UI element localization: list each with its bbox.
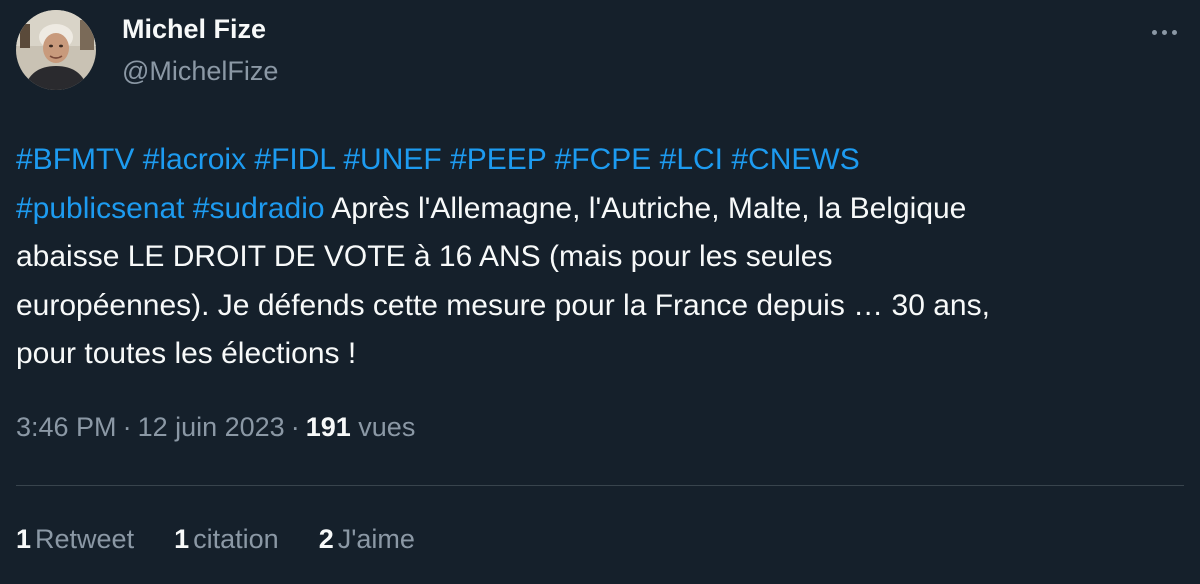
views-count: 191 bbox=[305, 412, 351, 442]
hashtag-link[interactable]: #lacroix bbox=[143, 143, 246, 176]
hashtag-link[interactable]: #UNEF bbox=[343, 143, 441, 176]
more-options-button[interactable] bbox=[1144, 14, 1184, 50]
meta-separator: · bbox=[122, 412, 132, 442]
author-name[interactable]: Michel Fize bbox=[122, 14, 266, 45]
tweet-text-segment bbox=[546, 143, 554, 176]
hashtag-link[interactable]: #CNEWS bbox=[731, 143, 859, 176]
retweets-label: Retweet bbox=[35, 524, 135, 554]
engagement-stats: 1 Retweet 1 citation 2 J'aime bbox=[16, 524, 415, 555]
quotes-count: 1 bbox=[174, 524, 190, 554]
more-horizontal-icon-dot bbox=[1161, 29, 1167, 35]
hashtag-link[interactable]: #publicsenat bbox=[16, 192, 184, 225]
tweet-date[interactable]: 12 juin 2023 bbox=[138, 412, 285, 442]
divider bbox=[16, 485, 1184, 486]
likes-label: J'aime bbox=[337, 524, 415, 554]
hashtag-link[interactable]: #LCI bbox=[660, 143, 723, 176]
tweet-text: #BFMTV #lacroix #FIDL #UNEF #PEEP #FCPE … bbox=[16, 136, 1184, 379]
tweet-card: Michel Fize @MichelFize #BFMTV #lacroix … bbox=[0, 0, 1200, 584]
tweet-text-segment bbox=[184, 192, 192, 225]
hashtag-link[interactable]: #BFMTV bbox=[16, 143, 134, 176]
author-handle[interactable]: @MichelFize bbox=[122, 56, 278, 87]
meta-separator: · bbox=[290, 412, 300, 442]
hashtag-link[interactable]: #FIDL bbox=[254, 143, 335, 176]
hashtag-link[interactable]: #sudradio bbox=[193, 192, 325, 225]
more-horizontal-icon-dot bbox=[1171, 29, 1177, 35]
tweet-text-segment bbox=[134, 143, 142, 176]
retweets-count: 1 bbox=[16, 524, 32, 554]
likes-count: 2 bbox=[318, 524, 334, 554]
tweet-metadata: 3:46 PM · 12 juin 2023 · 191 vues bbox=[16, 412, 415, 443]
tweet-text-segment bbox=[442, 143, 450, 176]
retweets-stat[interactable]: 1 Retweet bbox=[16, 524, 134, 555]
more-horizontal-icon bbox=[1151, 29, 1157, 35]
tweet-text-segment bbox=[651, 143, 659, 176]
hashtag-link[interactable]: #PEEP bbox=[450, 143, 546, 176]
quotes-label: citation bbox=[193, 524, 279, 554]
views-label: vues bbox=[358, 412, 416, 442]
hashtag-link[interactable]: #FCPE bbox=[555, 143, 652, 176]
tweet-time[interactable]: 3:46 PM bbox=[16, 412, 117, 442]
avatar[interactable] bbox=[16, 10, 96, 90]
quotes-stat[interactable]: 1 citation bbox=[174, 524, 279, 555]
likes-stat[interactable]: 2 J'aime bbox=[319, 524, 415, 555]
avatar-photo bbox=[16, 10, 96, 90]
